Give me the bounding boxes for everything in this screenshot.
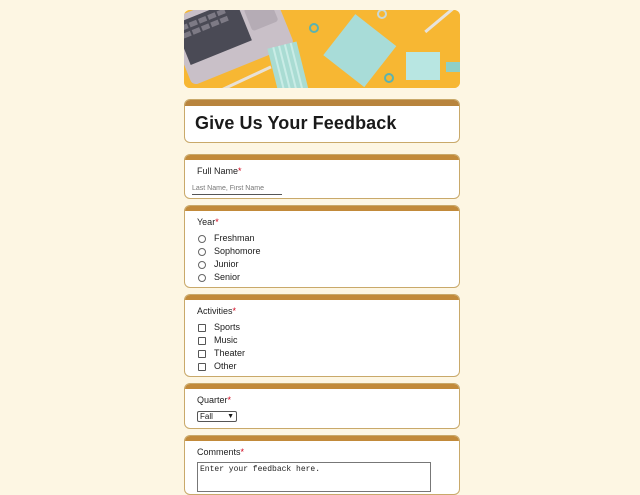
full-name-question: Full Name* (184, 154, 460, 199)
year-option-senior[interactable]: Senior (197, 270, 447, 283)
quarter-label: Quarter* (197, 395, 232, 405)
year-options: Freshman Sophomore Junior Senior (197, 231, 447, 283)
required-asterisk: * (227, 395, 232, 405)
comments-question: Comments* Enter your feedback here. (184, 435, 460, 495)
required-asterisk: * (215, 217, 219, 227)
required-asterisk: * (238, 166, 242, 176)
quarter-selected-value: Fall (200, 412, 213, 421)
full-name-input[interactable] (192, 183, 282, 195)
activity-option-other[interactable]: Other (197, 359, 447, 372)
activity-option-music[interactable]: Music (197, 333, 447, 346)
activity-option-theater[interactable]: Theater (197, 346, 447, 359)
radio-button[interactable] (198, 247, 206, 256)
year-question: Year* Freshman Sophomore Junior Senior (184, 205, 460, 288)
full-name-label: Full Name* (197, 166, 242, 176)
radio-button[interactable] (198, 273, 206, 282)
activity-option-sports[interactable]: Sports (197, 320, 447, 333)
checkbox[interactable] (198, 349, 206, 358)
comments-label: Comments* (197, 447, 245, 457)
year-label: Year* (197, 217, 219, 227)
year-option-junior[interactable]: Junior (197, 257, 447, 270)
feedback-form: Give Us Your Feedback Full Name* Year* F… (184, 10, 460, 495)
activities-label: Activities* (197, 306, 237, 316)
activities-options: Sports Music Theater Other (197, 320, 447, 372)
comments-textarea[interactable]: Enter your feedback here. (197, 462, 431, 492)
activities-question: Activities* Sports Music Theater Other (184, 294, 460, 377)
radio-button[interactable] (198, 260, 206, 269)
required-asterisk: * (232, 306, 237, 316)
header-banner-image (184, 10, 460, 88)
checkbox[interactable] (198, 323, 206, 332)
quarter-select[interactable]: Fall ▼ (197, 411, 237, 422)
title-card: Give Us Your Feedback (184, 99, 460, 143)
year-option-freshman[interactable]: Freshman (197, 231, 447, 244)
checkbox[interactable] (198, 336, 206, 345)
chevron-down-icon: ▼ (227, 413, 234, 420)
form-title: Give Us Your Feedback (195, 113, 397, 133)
radio-button[interactable] (198, 234, 206, 243)
checkbox[interactable] (198, 362, 206, 371)
quarter-question: Quarter* Fall ▼ (184, 383, 460, 429)
required-asterisk: * (240, 447, 245, 457)
year-option-sophomore[interactable]: Sophomore (197, 244, 447, 257)
